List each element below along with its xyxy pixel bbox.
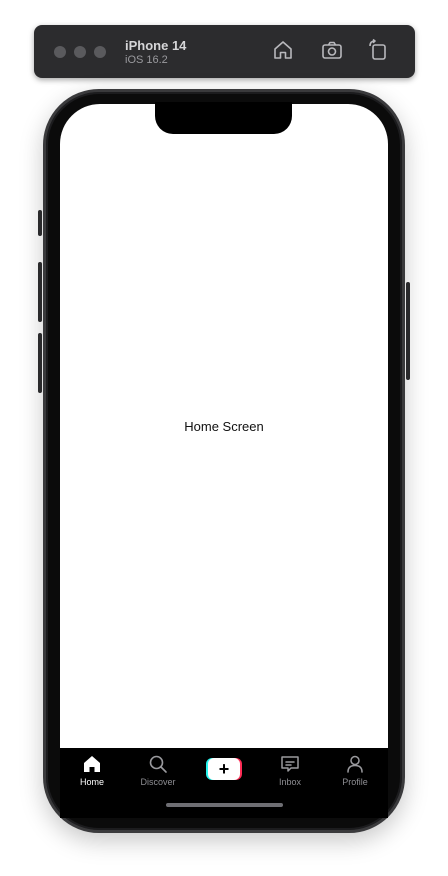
tab-profile[interactable]: Profile [327,754,383,794]
tab-label-discover: Discover [140,777,176,787]
notch [155,102,292,134]
tab-bar: Home Discover + Inbox Profile [60,748,388,818]
volume-up-button [38,262,42,322]
power-button [406,282,410,380]
window-zoom-button[interactable] [94,46,106,58]
home-indicator [166,803,283,807]
tab-label-inbox: Inbox [278,777,302,787]
home-icon[interactable] [271,38,295,62]
tab-home[interactable]: Home [64,754,120,794]
rotate-icon[interactable] [366,38,390,62]
volume-down-button [38,333,42,393]
simulator-toolbar [34,25,415,78]
create-button[interactable]: + [206,758,242,780]
device-name: iPhone 14 [125,38,187,53]
message-icon [280,754,300,774]
os-version: iOS 16.2 [125,54,168,66]
app-screen: Home Screen [60,104,388,748]
screen-title: Home Screen [184,419,264,434]
plus-icon: + [208,758,240,780]
silent-switch [38,210,42,236]
home-icon [82,754,102,774]
window-close-button[interactable] [54,46,66,58]
tab-discover[interactable]: Discover [130,754,186,794]
tab-label-home: Home [79,777,104,787]
window-minimize-button[interactable] [74,46,86,58]
search-icon [148,754,168,774]
tab-label-profile: Profile [342,777,368,787]
tab-inbox[interactable]: Inbox [262,754,318,794]
screenshot-icon[interactable] [320,38,344,62]
person-icon [345,754,365,774]
